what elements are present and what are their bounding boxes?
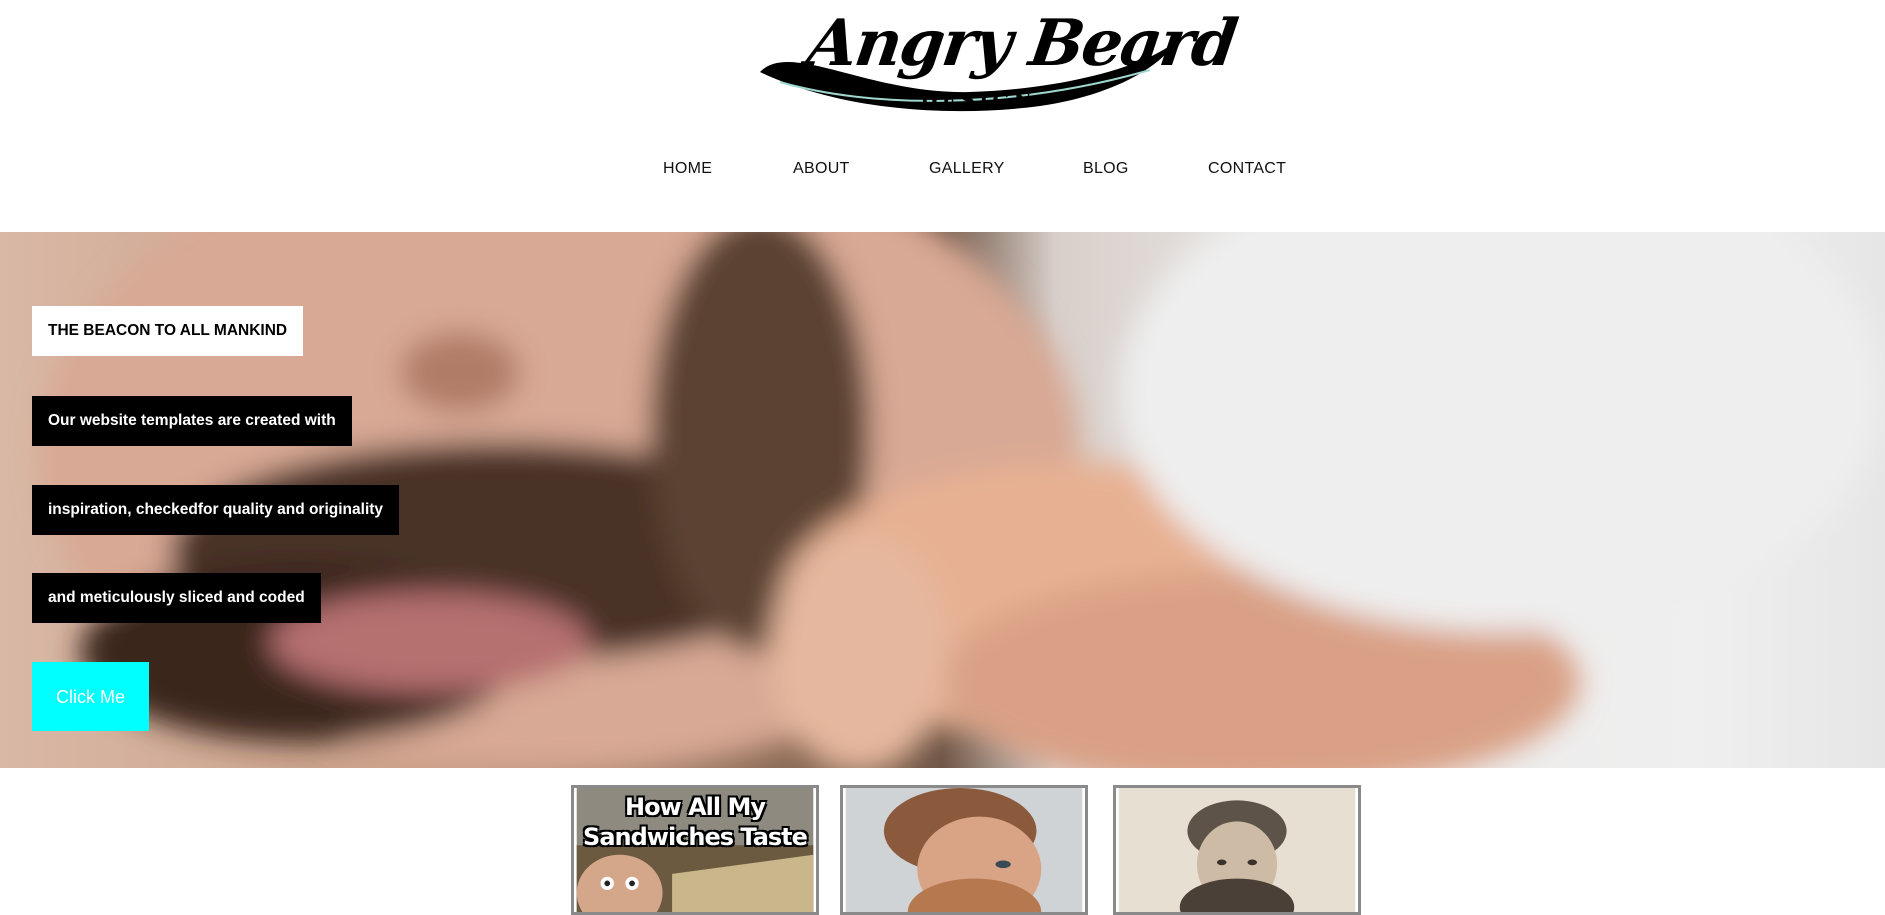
nav-home[interactable]: HOME bbox=[663, 160, 712, 178]
site-header: Angry Beard DESIGN HOME ABOUT GALLERY BL… bbox=[0, 0, 1885, 232]
nav-blog[interactable]: BLOG bbox=[1083, 160, 1129, 178]
nav-gallery[interactable]: GALLERY bbox=[929, 160, 1005, 178]
logo-wordmark: Angry Beard bbox=[802, 6, 1241, 81]
gallery-thumbnail-3[interactable] bbox=[1113, 785, 1361, 915]
nav-contact[interactable]: CONTACT bbox=[1208, 160, 1286, 178]
hero-line-3: and meticulously sliced and coded bbox=[32, 573, 321, 623]
meme-caption: How All My Sandwiches Taste bbox=[583, 793, 808, 851]
hero-headline: THE BEACON TO ALL MANKIND bbox=[32, 306, 304, 356]
logo-subtitle: DESIGN bbox=[920, 88, 1036, 112]
gallery-thumbnail-1[interactable]: How All My Sandwiches Taste bbox=[571, 785, 819, 915]
nav-about[interactable]: ABOUT bbox=[793, 160, 850, 178]
gallery-thumbnail-2[interactable] bbox=[840, 785, 1088, 915]
hero-line-1: Our website templates are created with bbox=[32, 396, 352, 446]
vintage-bearded-portrait-image bbox=[1118, 788, 1356, 912]
bearded-man-profile-image bbox=[845, 788, 1083, 912]
hero-banner: THE BEACON TO ALL MANKIND Our website te… bbox=[0, 232, 1885, 768]
hero-line-2: inspiration, checkedfor quality and orig… bbox=[32, 485, 400, 535]
angry-beard-logo[interactable]: Angry Beard DESIGN bbox=[750, 0, 1241, 122]
click-me-button[interactable]: Click Me bbox=[32, 662, 149, 731]
main-nav: HOME ABOUT GALLERY BLOG CONTACT bbox=[0, 160, 1885, 182]
